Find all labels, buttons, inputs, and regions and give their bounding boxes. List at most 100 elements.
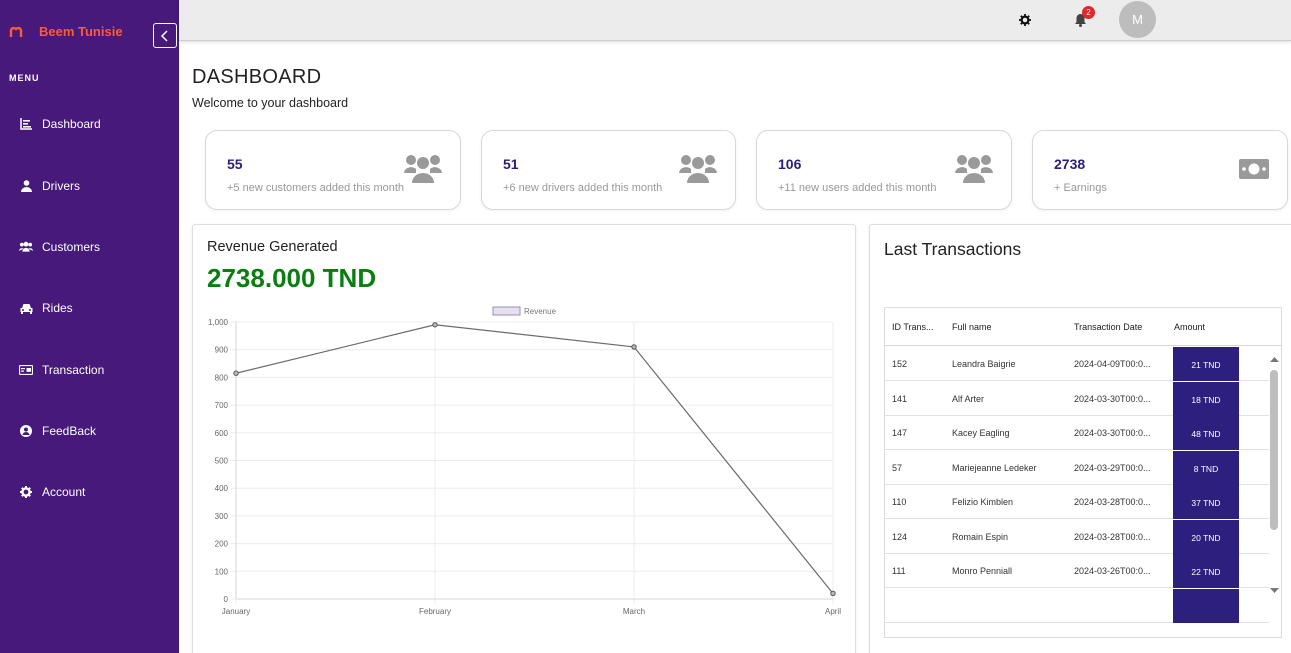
legend-label: Revenue: [524, 307, 557, 316]
sidebar-item-label: Dashboard: [42, 117, 101, 131]
y-tick-label: 1,000: [208, 318, 229, 327]
cell-id: 110: [892, 497, 907, 507]
sidebar-item-label: Transaction: [42, 363, 105, 377]
table-row[interactable]: 147 Kacey Eagling 2024-03-30T00:0... 48 TND: [885, 415, 1269, 450]
sidebar: Beem Tunisie MENU Dashboard Drivers Cust…: [0, 0, 179, 653]
table-row[interactable]: 57 Mariejeanne Ledeker 2024-03-29T00:0... 8…: [885, 450, 1269, 485]
y-tick-label: 600: [215, 429, 229, 438]
sidebar-item-label: FeedBack: [42, 424, 97, 438]
stat-label: +5 new customers added this month: [227, 182, 405, 194]
sidebar-item-label: Customers: [42, 240, 101, 254]
gear-icon: [19, 485, 33, 499]
amount-badge: 18 TND: [1173, 381, 1239, 416]
brand-logo-icon: [9, 25, 23, 39]
settings-button[interactable]: [1017, 12, 1033, 28]
sidebar-item-label: Rides: [42, 301, 73, 315]
x-tick-label: April: [825, 607, 841, 616]
stat-label: +6 new drivers added this month: [503, 182, 663, 194]
sidebar-item-customers[interactable]: Customers: [19, 240, 100, 254]
sidebar-item-drivers[interactable]: Drivers: [19, 179, 80, 193]
sidebar-item-rides[interactable]: Rides: [19, 301, 73, 315]
users-icon: [679, 155, 717, 183]
cell-full-name: Monro Penniall: [952, 566, 1013, 576]
cell-transaction-date: 2024-04-09T00:0...: [1074, 359, 1151, 369]
money-icon: [1239, 159, 1269, 179]
stat-card-drivers: 51 +6 new drivers added this month: [481, 130, 736, 210]
stat-card-earnings: 2738 + Earnings: [1032, 130, 1288, 210]
y-tick-label: 400: [215, 484, 229, 493]
column-header-date[interactable]: Transaction Date: [1074, 322, 1142, 332]
transactions-panel: Last Transactions ID Trans... Full name …: [869, 224, 1291, 653]
stat-label: + Earnings: [1054, 182, 1107, 194]
sidebar-item-feedback[interactable]: FeedBack: [19, 424, 96, 438]
gear-icon: [1019, 14, 1031, 26]
transactions-title: Last Transactions: [884, 239, 1022, 259]
notification-badge: 2: [1082, 6, 1095, 19]
cell-id: 152: [892, 359, 908, 369]
card-icon: [19, 363, 33, 377]
amount-badge: [1173, 588, 1239, 623]
person-icon: [19, 179, 33, 193]
table-header: ID Trans... Full name Transaction Date A…: [885, 308, 1281, 346]
stat-card-users: 106 +11 new users added this month: [756, 130, 1012, 210]
cell-full-name: Leandra Baigrie: [952, 359, 1016, 369]
amount-badge: 20 TND: [1173, 519, 1239, 554]
scrollbar-thumb[interactable]: [1270, 370, 1278, 530]
y-tick-label: 300: [215, 512, 229, 521]
column-header-amount[interactable]: Amount: [1174, 322, 1205, 332]
table-row[interactable]: [885, 588, 1269, 623]
users-icon: [404, 155, 442, 183]
cell-id: 141: [892, 393, 908, 404]
menu-heading: MENU: [9, 73, 40, 83]
sidebar-item-dashboard[interactable]: Dashboard: [19, 117, 101, 131]
stat-value: 51: [503, 156, 519, 172]
amount-badge: 22 TND: [1173, 554, 1239, 588]
table-scrollbar[interactable]: [1268, 346, 1281, 596]
series-line-revenue: [235, 324, 834, 594]
brand[interactable]: Beem Tunisie: [9, 24, 123, 39]
y-tick-label: 100: [215, 567, 229, 576]
amount-badge: 37 TND: [1173, 485, 1239, 519]
column-header-id[interactable]: ID Trans...: [892, 322, 934, 332]
users-icon: [955, 155, 993, 183]
stat-value: 2738: [1054, 156, 1086, 172]
cell-id: 147: [892, 428, 908, 438]
car-icon: [19, 301, 33, 315]
table-row[interactable]: 124 Romain Espin 2024-03-28T00:0... 20 TND: [885, 519, 1269, 554]
scroll-down-icon[interactable]: [1268, 586, 1281, 596]
stat-label: +11 new users added this month: [778, 182, 937, 194]
cell-id: 111: [892, 566, 906, 576]
stat-card-customers: 55 +5 new customers added this month: [205, 130, 461, 210]
scroll-up-icon[interactable]: [1268, 354, 1281, 364]
x-tick-label: February: [419, 607, 451, 616]
cell-full-name: Romain Espin: [952, 531, 1009, 542]
cell-id: 57: [892, 462, 903, 473]
page-title: DASHBOARD: [192, 66, 322, 88]
cell-full-name: Mariejeanne Ledeker: [952, 462, 1037, 473]
user-circle-icon: [19, 424, 33, 438]
legend-swatch: [492, 306, 521, 316]
cell-transaction-date: 2024-03-26T00:0...: [1074, 566, 1151, 576]
y-tick-label: 900: [215, 346, 229, 355]
data-point: [432, 322, 438, 328]
table-row[interactable]: 141 Alf Arter 2024-03-30T00:0... 18 TND: [885, 381, 1269, 416]
table-row[interactable]: 110 Felizio Kimblen 2024-03-28T00:0... 37 T…: [885, 484, 1269, 519]
column-header-name[interactable]: Full name: [952, 322, 992, 332]
amount-badge: 48 TND: [1173, 416, 1239, 450]
sidebar-item-account[interactable]: Account: [19, 485, 85, 499]
x-tick-label: March: [623, 607, 645, 616]
cell-transaction-date: 2024-03-29T00:0...: [1074, 462, 1151, 473]
collapse-sidebar-button[interactable]: [153, 23, 177, 48]
sidebar-item-label: Drivers: [42, 179, 80, 193]
sidebar-item-transaction[interactable]: Transaction: [19, 363, 104, 377]
y-tick-label: 0: [224, 595, 229, 604]
cell-transaction-date: 2024-03-30T00:0...: [1074, 393, 1151, 404]
revenue-panel: Revenue Generated 2738.000 TND 1,000 900 8…: [192, 224, 856, 653]
cell-transaction-date: 2024-03-28T00:0...: [1074, 531, 1151, 542]
table-row[interactable]: 152 Leandra Baigrie 2024-04-09T00:0... 21 T…: [885, 346, 1269, 381]
avatar[interactable]: M: [1119, 1, 1156, 38]
y-tick-label: 800: [215, 373, 229, 382]
users-icon: [19, 240, 33, 254]
table-row[interactable]: 111 Monro Penniall 2024-03-26T00:0... 22 TN…: [885, 553, 1269, 588]
cell-full-name: Kacey Eagling: [952, 428, 1010, 438]
